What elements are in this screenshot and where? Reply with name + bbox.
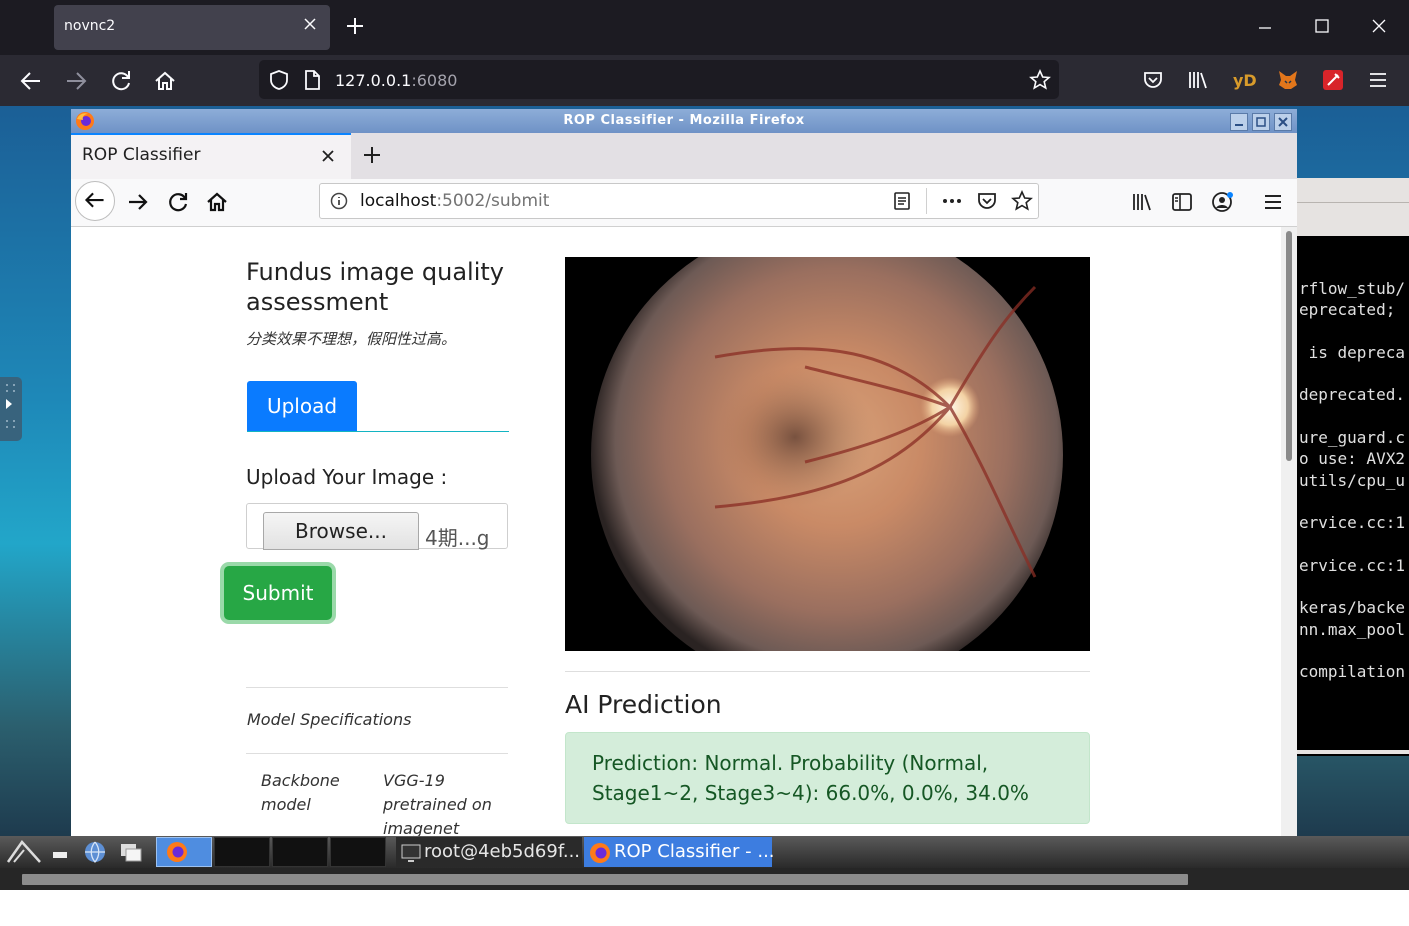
taskbar-terminal-task[interactable]: root@4eb5d69f... — [396, 837, 582, 867]
inner-window-title: ROP Classifier - Mozilla Firefox — [563, 113, 805, 128]
reload-icon[interactable] — [108, 68, 134, 94]
upload-label: Upload Your Image : — [246, 465, 448, 489]
submit-button[interactable]: Submit — [224, 566, 332, 620]
vnc-horizontal-scrollbar[interactable] — [0, 868, 1409, 890]
bookmark-star-icon[interactable] — [1011, 190, 1033, 212]
inner-tab[interactable]: ROP Classifier — [71, 133, 351, 179]
browser-globe-icon[interactable] — [83, 840, 107, 864]
divider — [565, 671, 1090, 672]
close-tab-icon[interactable] — [302, 16, 318, 32]
metamask-fox-icon[interactable] — [1276, 68, 1300, 92]
terminal-icon — [401, 844, 421, 862]
terminal-header — [1297, 178, 1409, 236]
taskbar-firefox-launcher[interactable] — [156, 837, 212, 867]
terminal-output: rflow_stub/ eprecated; is depreca deprec… — [1299, 279, 1405, 682]
taskbar-terminal-label: root@4eb5d69f... — [424, 841, 581, 862]
library-icon[interactable] — [1187, 69, 1211, 91]
reader-view-icon[interactable] — [892, 191, 912, 211]
file-manager-icon[interactable] — [119, 840, 143, 864]
info-icon[interactable] — [330, 192, 348, 210]
model-spec-title: Model Specifications — [247, 710, 412, 729]
home-icon[interactable] — [204, 189, 230, 215]
page-title: Fundus image quality assessment — [246, 258, 504, 316]
page-subtitle: 分类效果不理想，假阳性过高。 — [246, 330, 457, 348]
inner-maximize-button[interactable] — [1252, 113, 1270, 131]
inner-minimize-button[interactable] — [1230, 113, 1248, 131]
library-icon[interactable] — [1131, 191, 1155, 213]
browse-button[interactable]: Browse... — [263, 512, 419, 550]
workspace-3[interactable] — [330, 837, 386, 867]
menu-icon[interactable] — [1263, 192, 1283, 212]
bookmark-star-icon[interactable] — [1029, 69, 1051, 91]
start-menu-icon[interactable] — [4, 838, 44, 866]
outer-tab[interactable]: novnc2 — [54, 5, 330, 50]
youdao-icon[interactable]: yD — [1233, 71, 1257, 90]
firefox-logo-icon — [590, 843, 610, 863]
inner-url-text: localhost:5002/submit — [360, 191, 550, 211]
divider — [246, 753, 508, 754]
taskbar: root@4eb5d69f... ROP Classifier - ... — [0, 836, 1409, 868]
new-tab-icon[interactable] — [344, 15, 366, 37]
vnc-control-handle[interactable] — [0, 377, 22, 441]
inner-url-bar[interactable]: localhost:5002/submit — [319, 183, 1039, 219]
maximize-icon[interactable] — [1312, 16, 1332, 36]
back-button[interactable] — [75, 181, 115, 221]
inner-title-bar[interactable]: ROP Classifier - Mozilla Firefox — [71, 109, 1297, 133]
show-desktop-icon[interactable] — [50, 840, 74, 864]
ai-prediction-heading: AI Prediction — [565, 690, 722, 719]
back-icon[interactable] — [18, 68, 44, 94]
sidebar-icon[interactable] — [1171, 191, 1193, 213]
prediction-text: Prediction: Normal. Probability (Normal,… — [592, 751, 1029, 805]
upload-tab-underline — [247, 431, 509, 432]
inner-nav-bar: localhost:5002/submit — [71, 179, 1297, 227]
page-content: Fundus image quality assessment 分类效果不理想，… — [71, 227, 1281, 836]
file-input[interactable]: Browse... 4期...g — [246, 503, 508, 550]
extension-icon[interactable] — [1323, 70, 1343, 90]
outer-url-bar[interactable]: 127.0.0.1:6080 — [259, 60, 1059, 99]
fundus-image — [565, 257, 1090, 651]
taskbar-firefox-label: ROP Classifier - ... — [614, 841, 775, 862]
shield-icon[interactable] — [269, 69, 289, 91]
inner-tab-title: ROP Classifier — [82, 145, 201, 165]
taskbar-firefox-task[interactable]: ROP Classifier - ... — [584, 837, 775, 867]
terminal-window[interactable]: rflow_stub/ eprecated; is depreca deprec… — [1297, 178, 1409, 756]
forward-icon[interactable] — [125, 189, 151, 215]
pocket-icon[interactable] — [976, 191, 998, 211]
inner-firefox-window: ROP Classifier - Mozilla Firefox ROP Cla… — [71, 109, 1297, 836]
pocket-icon[interactable] — [1142, 69, 1164, 91]
hscroll-thumb[interactable] — [22, 874, 1188, 885]
forward-icon[interactable] — [63, 68, 89, 94]
spec-key: Backbone model — [261, 771, 340, 814]
minimize-icon[interactable] — [1255, 18, 1275, 38]
workspace-1[interactable] — [214, 837, 270, 867]
scrollbar-thumb[interactable] — [1286, 231, 1292, 461]
close-window-icon[interactable] — [1369, 16, 1389, 36]
outer-url-text: 127.0.0.1:6080 — [335, 71, 458, 90]
reload-icon[interactable] — [165, 189, 191, 215]
selected-file-name: 4期...g — [425, 526, 490, 550]
inner-tab-bar: ROP Classifier — [71, 133, 1297, 179]
prediction-alert: Prediction: Normal. Probability (Normal,… — [565, 732, 1090, 824]
new-tab-icon[interactable] — [361, 144, 383, 166]
workspace-2[interactable] — [272, 837, 328, 867]
account-icon[interactable] — [1211, 190, 1235, 214]
outer-tab-title: novnc2 — [64, 18, 116, 34]
spec-value: VGG-19 pretrained on imagenet — [383, 771, 492, 836]
page-icon — [305, 70, 320, 90]
home-icon[interactable] — [152, 68, 178, 94]
upload-tab-button[interactable]: Upload — [247, 381, 357, 431]
page-scrollbar[interactable] — [1281, 227, 1297, 836]
outer-tab-bar: novnc2 — [0, 0, 1409, 55]
more-actions-icon[interactable] — [940, 192, 964, 210]
close-tab-icon[interactable] — [319, 147, 337, 165]
divider — [246, 687, 508, 688]
inner-close-button[interactable] — [1274, 113, 1292, 131]
menu-icon[interactable] — [1368, 70, 1388, 90]
outer-nav-bar: 127.0.0.1:6080 yD — [0, 55, 1409, 106]
